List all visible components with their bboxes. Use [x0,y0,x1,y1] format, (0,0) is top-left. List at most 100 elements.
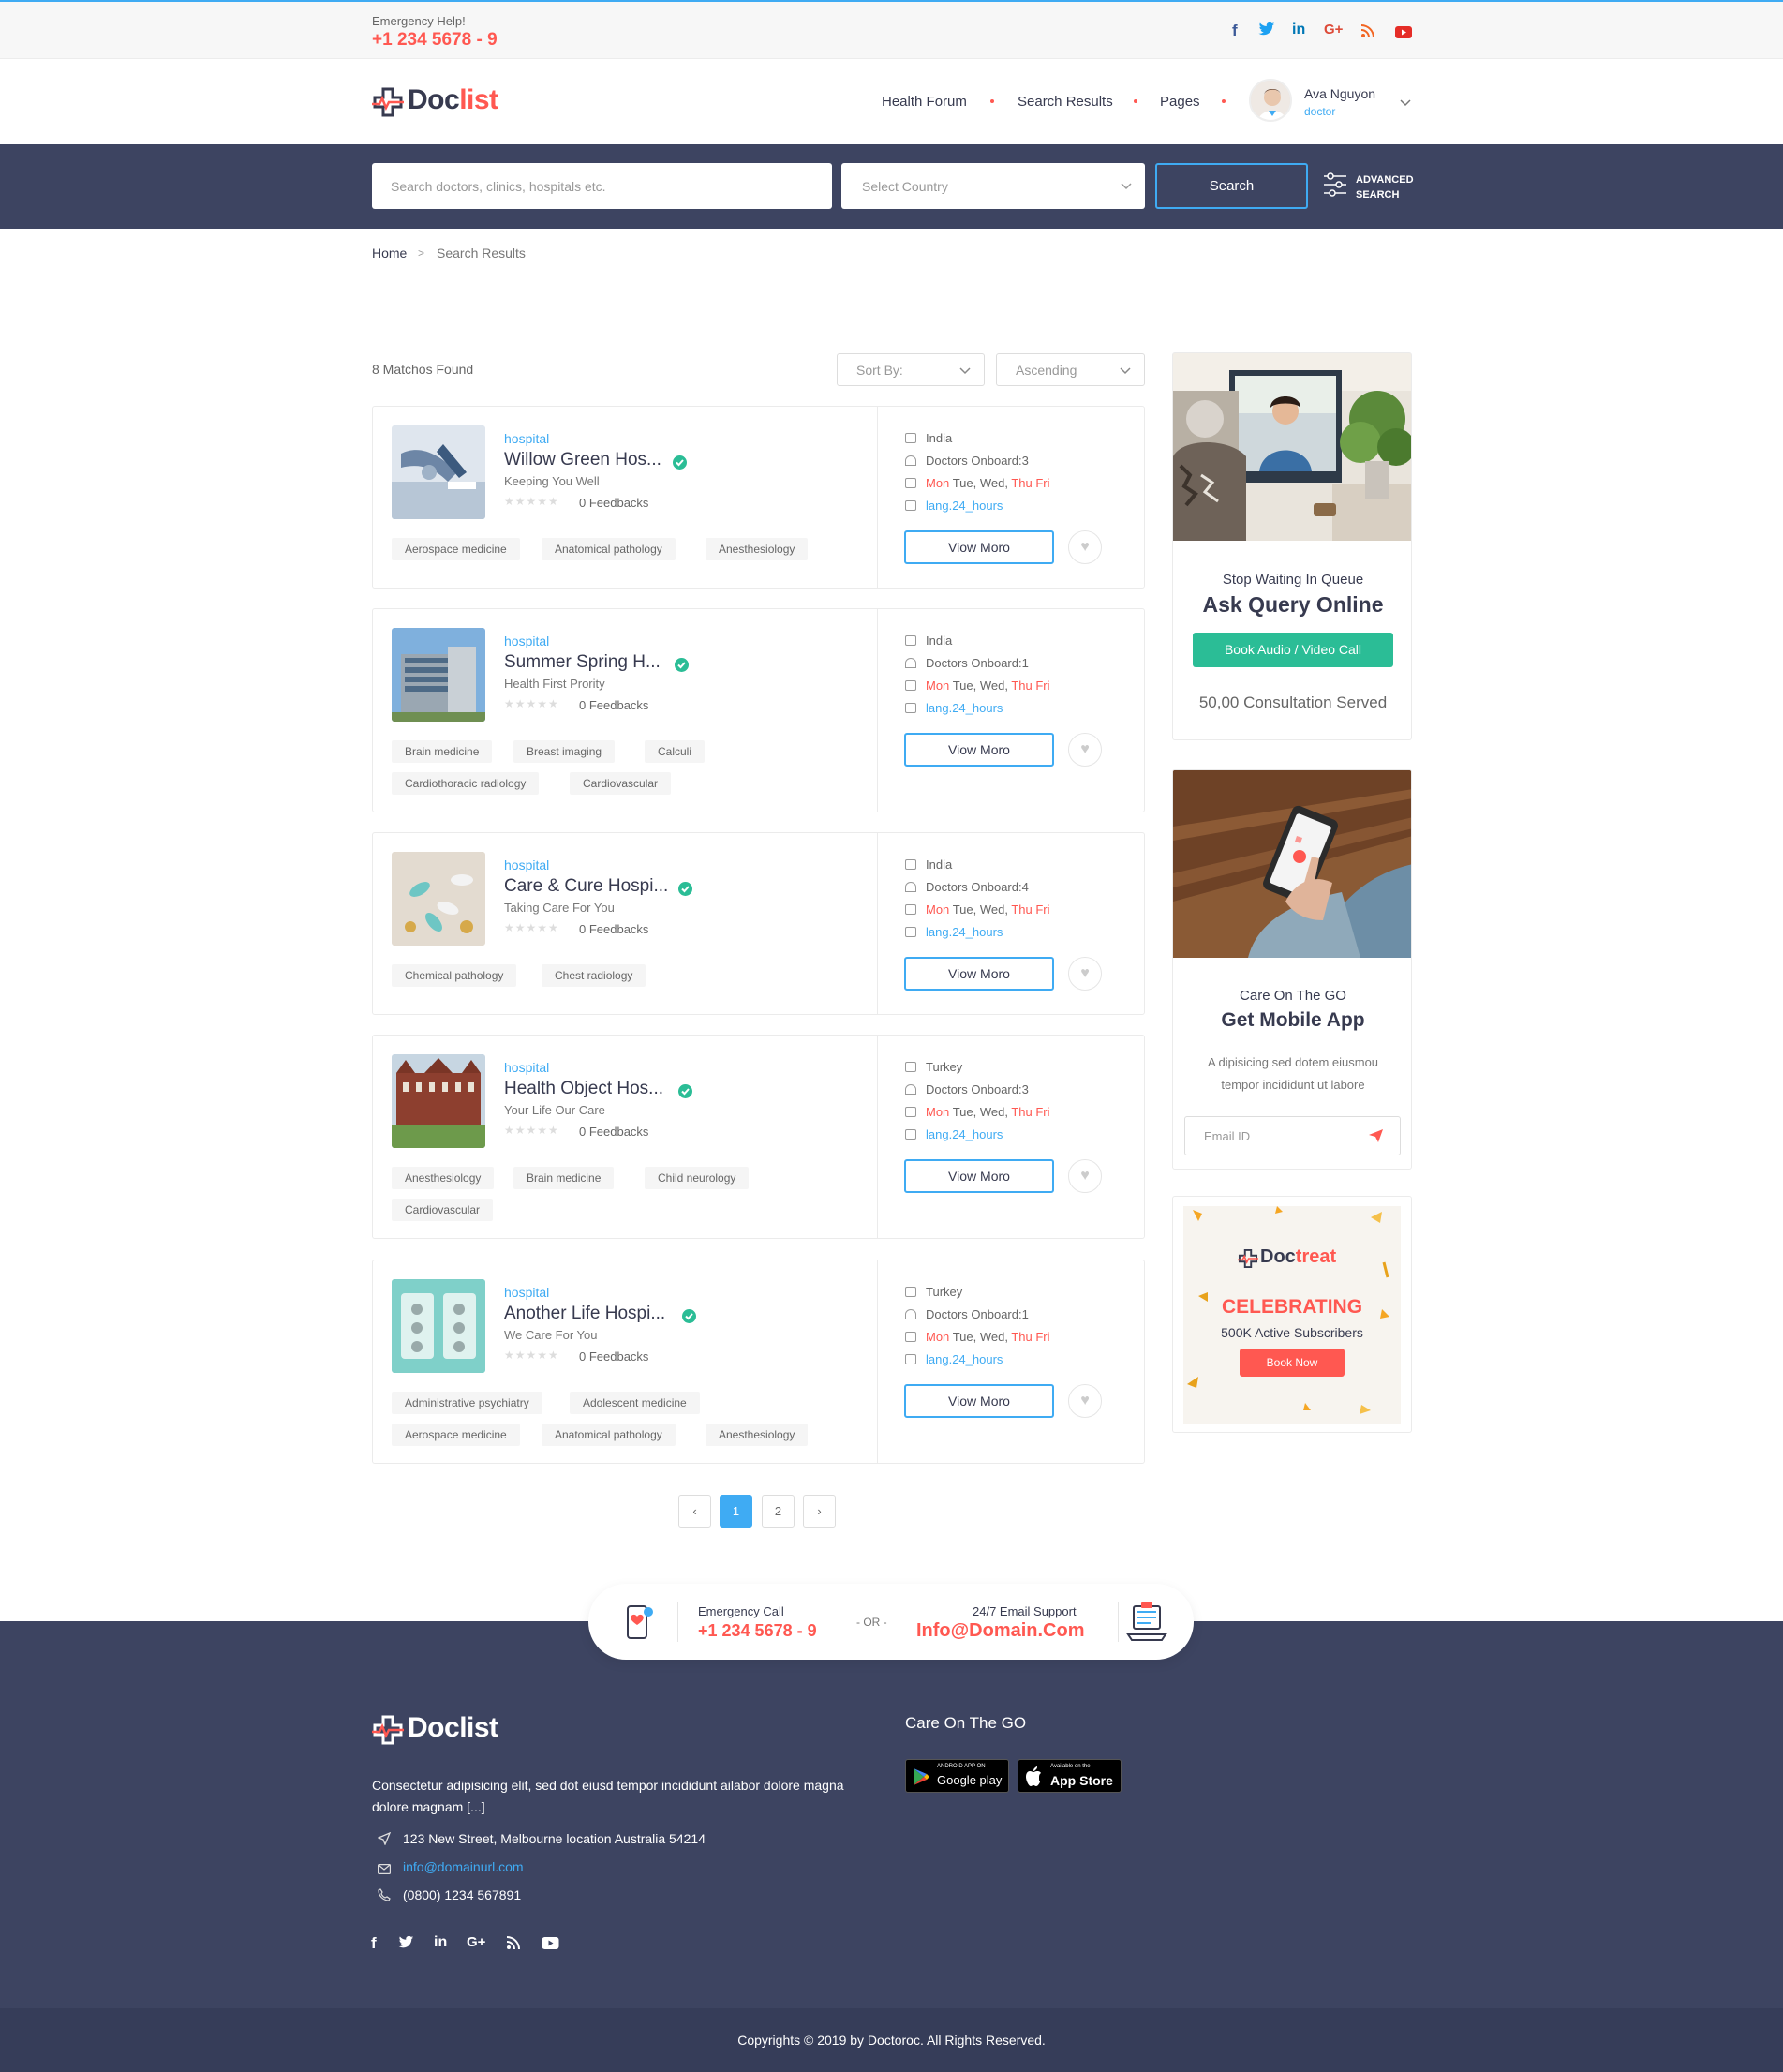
result-title[interactable]: Willow Green Hos... [504,450,661,470]
pagination-page-1[interactable]: 1 [720,1495,752,1528]
specialty-tag[interactable]: Aerospace medicine [392,1424,520,1446]
specialty-tag[interactable]: Adolescent medicine [570,1392,700,1414]
pagination-prev[interactable]: ‹ [678,1495,711,1528]
view-more-button[interactable]: Viow Moro [904,733,1054,767]
app-desc-line1: A dipisicing sed dotem eiusmou [1207,1055,1379,1069]
specialty-tag[interactable]: Anatomical pathology [542,1424,676,1446]
search-input[interactable]: Search doctors, clinics, hospitals etc. [372,163,832,209]
book-call-button[interactable]: Book Audio / Video Call [1193,633,1393,667]
result-title[interactable]: Another Life Hospi... [504,1304,665,1324]
footer-linkedin-icon[interactable]: in [434,1934,447,1951]
result-title[interactable]: Health Object Hos... [504,1079,663,1099]
rss-icon[interactable] [1361,23,1374,42]
result-title[interactable]: Summer Spring H... [504,652,661,673]
heart-icon[interactable]: ♥ [1068,530,1102,564]
result-thumbnail[interactable] [392,1054,485,1148]
twitter-icon[interactable] [1258,22,1275,41]
email-laptop-icon [1126,1602,1167,1645]
footer-twitter-icon[interactable] [398,1935,414,1952]
specialty-tag[interactable]: Chemical pathology [392,964,517,987]
nav-pages[interactable]: Pages [1160,94,1200,110]
footer-email[interactable]: info@domainurl.com [403,1859,524,1874]
search-button[interactable]: Search [1155,163,1308,209]
footer-google-plus-icon[interactable]: G+ [467,1934,485,1950]
pagination-next[interactable]: › [803,1495,836,1528]
doclist-logo[interactable]: Doclist [408,84,498,116]
heart-icon[interactable]: ♥ [1068,957,1102,991]
specialty-tag[interactable]: Anesthesiology [392,1167,495,1189]
specialty-tag[interactable]: Calculi [645,740,706,763]
result-thumbnail[interactable] [392,628,485,722]
result-category[interactable]: hospital [504,857,549,872]
heart-icon[interactable]: ♥ [1068,733,1102,767]
footer-youtube-icon[interactable] [542,1937,559,1952]
result-thumbnail[interactable] [392,425,485,519]
user-avatar[interactable] [1249,79,1292,122]
footer-logo-icon[interactable] [372,1714,404,1746]
view-more-button[interactable]: Viow Moro [904,530,1054,564]
result-thumbnail[interactable] [392,852,485,946]
youtube-icon[interactable] [1395,24,1412,43]
specialty-tag[interactable]: Brain medicine [392,740,493,763]
chevron-down-icon[interactable] [1400,95,1411,110]
heart-icon[interactable]: ♥ [1068,1384,1102,1418]
specialty-tag[interactable]: Anesthesiology [706,538,809,560]
google-plus-icon[interactable]: G+ [1324,22,1343,37]
calendar-icon [905,1332,916,1342]
result-category[interactable]: hospital [504,1060,549,1075]
specialty-tag[interactable]: Cardiothoracic radiology [392,772,540,795]
user-name[interactable]: Ava Nguyon [1304,86,1375,101]
specialty-tag[interactable]: Anatomical pathology [542,538,676,560]
feedback-count[interactable]: 0 Feedbacks [579,922,648,936]
emergency-call-number[interactable]: +1 234 5678 - 9 [698,1621,817,1641]
day-mon: Mon [926,678,950,693]
view-more-button[interactable]: Viow Moro [904,1159,1054,1193]
nav-health-forum[interactable]: Health Forum [882,94,967,110]
specialty-tag[interactable]: Anesthesiology [706,1424,809,1446]
support-email[interactable]: Info@Domain.Com [916,1620,1085,1642]
clock-icon [905,927,916,937]
advanced-search-link[interactable]: ADVANCED SEARCH [1356,172,1414,202]
feedback-count[interactable]: 0 Feedbacks [579,496,648,510]
hours-info: lang.24_hours [905,1127,1003,1141]
emergency-number[interactable]: +1 234 5678 - 9 [372,30,498,51]
specialty-tag[interactable]: Chest radiology [542,964,646,987]
breadcrumb-home[interactable]: Home [372,246,407,261]
footer-facebook-icon[interactable]: f [371,1934,377,1953]
feedback-count[interactable]: 0 Feedbacks [579,1349,648,1364]
app-store-button[interactable]: Available on the App Store [1018,1759,1122,1793]
footer-rss-icon[interactable] [507,1936,520,1952]
feedback-count[interactable]: 0 Feedbacks [579,1125,648,1139]
linkedin-icon[interactable]: in [1292,22,1305,38]
phone-icon [378,1888,391,1904]
google-play-button[interactable]: ANDROID APP ON Google play [905,1759,1009,1793]
specialty-tag[interactable]: Child neurology [645,1167,750,1189]
specialty-tag[interactable]: Administrative psychiatry [392,1392,542,1414]
doclist-logo-icon[interactable] [372,86,404,118]
filter-sliders-icon[interactable] [1324,172,1346,200]
view-more-button[interactable]: Viow Moro [904,1384,1054,1418]
result-category[interactable]: hospital [504,431,549,446]
sort-by-select[interactable]: Sort By: [837,353,985,386]
specialty-tag[interactable]: Brain medicine [513,1167,615,1189]
specialty-tag[interactable]: Cardiovascular [570,772,672,795]
facebook-icon[interactable]: f [1232,22,1238,40]
specialty-tag[interactable]: Aerospace medicine [392,538,520,560]
specialty-tag[interactable]: Breast imaging [513,740,616,763]
ad-banner[interactable]: Doctreat CELEBRATING 500K Active Subscri… [1183,1206,1401,1424]
footer-logo[interactable]: Doclist [408,1712,498,1744]
specialty-tag[interactable]: Cardiovascular [392,1199,494,1221]
result-category[interactable]: hospital [504,634,549,648]
order-select[interactable]: Ascending [996,353,1145,386]
feedback-count[interactable]: 0 Feedbacks [579,698,648,712]
country-select[interactable]: Select Country [841,163,1145,209]
pagination-page-2[interactable]: 2 [762,1495,795,1528]
result-category[interactable]: hospital [504,1285,549,1300]
result-thumbnail[interactable] [392,1279,485,1373]
heart-icon[interactable]: ♥ [1068,1159,1102,1193]
view-more-button[interactable]: Viow Moro [904,957,1054,991]
book-now-button[interactable]: Book Now [1240,1349,1345,1377]
send-icon[interactable] [1369,1129,1383,1145]
nav-search-results[interactable]: Search Results [1018,94,1113,110]
result-title[interactable]: Care & Cure Hospi... [504,876,668,897]
